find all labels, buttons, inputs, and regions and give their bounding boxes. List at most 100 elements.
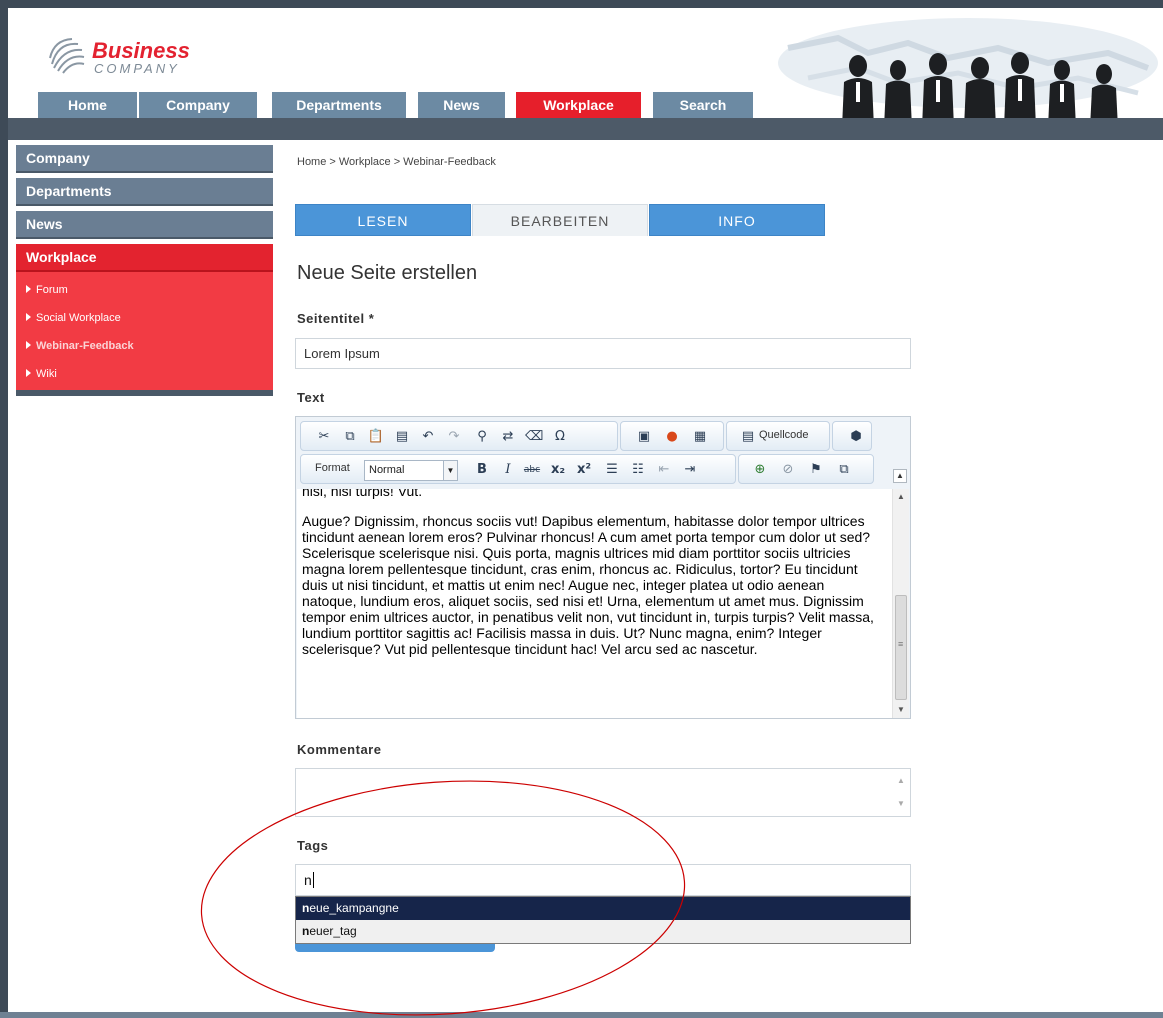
header-divider-bar <box>8 118 1163 140</box>
logo-tagline: COMPANY <box>94 61 180 76</box>
paste-word-icon[interactable]: ▤ <box>393 428 411 446</box>
tab-info[interactable]: INFO <box>649 204 825 236</box>
topnav-departments[interactable]: Departments <box>272 92 406 118</box>
text-caret <box>312 872 314 888</box>
topnav-news[interactable]: News <box>418 92 505 118</box>
toolbar-collapse-icon[interactable]: ▲ <box>893 469 907 483</box>
sidebar-subitem-social-workplace[interactable]: Social Workplace <box>16 304 273 332</box>
sidebar-nav: Company Departments News Workplace Forum… <box>16 145 273 396</box>
indent-icon[interactable]: ⇥ <box>681 461 699 479</box>
sidebar-subitem-webinar-feedback[interactable]: Webinar-Feedback <box>16 332 273 360</box>
triangle-right-icon <box>26 285 31 293</box>
unlink-icon[interactable]: ⊘ <box>779 461 797 479</box>
grip-icon: ≡ <box>898 639 904 649</box>
comments-textarea[interactable]: ▲ ▼ <box>295 768 911 817</box>
toolbar-group-insert: ▣ ● ▦ <box>620 421 724 451</box>
format-select[interactable]: Normal ▼ <box>364 460 458 481</box>
cut-icon[interactable]: ✂ <box>315 428 333 446</box>
toolbar-group-edit: ✂ ⧉ 📋 ▤ ↶ ↷ ⚲ ⇄ ⌫ Ω <box>300 421 618 451</box>
sidebar-item-workplace[interactable]: Workplace <box>16 244 273 272</box>
scroll-down-icon[interactable]: ▼ <box>893 702 909 718</box>
link-icon[interactable]: ⊕ <box>751 461 769 479</box>
rich-text-editor: ✂ ⧉ 📋 ▤ ↶ ↷ ⚲ ⇄ ⌫ Ω ▣ ● ▦ ▤ Quellcode ⬢ … <box>295 416 911 719</box>
topnav-company[interactable]: Company <box>139 92 257 118</box>
tab-lesen[interactable]: LESEN <box>295 204 471 236</box>
subscript-icon[interactable]: x₂ <box>549 461 567 479</box>
tags-label: Tags <box>297 838 329 853</box>
find-icon[interactable]: ⚲ <box>473 428 491 446</box>
italic-icon[interactable]: I <box>499 461 517 479</box>
bulleted-list-icon[interactable]: ☷ <box>629 461 647 479</box>
strikethrough-icon[interactable]: abc <box>523 461 541 479</box>
triangle-right-icon <box>26 313 31 321</box>
topnav-search[interactable]: Search <box>653 92 753 118</box>
flash-icon[interactable]: ● <box>663 428 681 446</box>
window-border-left <box>0 0 8 1018</box>
replace-icon[interactable]: ⇄ <box>499 428 517 446</box>
superscript-icon[interactable]: x² <box>575 461 593 479</box>
tags-input[interactable]: n <box>295 864 911 896</box>
breadcrumb[interactable]: Home > Workplace > Webinar-Feedback <box>297 156 496 168</box>
tag-suggestion-item[interactable]: neuer_tag <box>296 920 910 943</box>
sidebar-subitem-forum[interactable]: Forum <box>16 276 273 304</box>
scroll-up-icon[interactable]: ▲ <box>893 773 909 789</box>
outdent-icon[interactable]: ⇤ <box>655 461 673 479</box>
maximize-icon[interactable]: ⬢ <box>847 428 865 446</box>
suggestion-rest: euer_tag <box>309 924 357 938</box>
eraser-icon[interactable]: ⌫ <box>525 428 543 446</box>
sidebar-item-news[interactable]: News <box>16 211 273 239</box>
logo-swirl-icon <box>49 38 85 74</box>
editor-text: nisi, nisi turpis! Vut. Augue? Dignissim… <box>302 489 882 671</box>
special-char-icon[interactable]: Ω <box>551 428 569 446</box>
sidebar-item-company[interactable]: Company <box>16 145 273 173</box>
toolbar-group-format: Format Normal ▼ B I abc x₂ x² ☰ ☷ ⇤ ⇥ <box>300 454 736 484</box>
scroll-down-icon[interactable]: ▼ <box>893 796 909 812</box>
bold-icon[interactable]: B <box>473 461 491 479</box>
undo-icon[interactable]: ↶ <box>419 428 437 446</box>
page-title-input[interactable]: Lorem Ipsum <box>295 338 911 369</box>
triangle-right-icon <box>26 369 31 377</box>
sidebar-item-departments[interactable]: Departments <box>16 178 273 206</box>
format-label: Format <box>315 462 350 474</box>
window-border-top <box>0 0 1163 8</box>
topnav-workplace[interactable]: Workplace <box>516 92 641 118</box>
copy-icon[interactable]: ⧉ <box>341 428 359 446</box>
source-code-icon[interactable]: ▤ <box>739 428 757 446</box>
template-icon[interactable]: ⧉ <box>835 461 853 479</box>
window-border-bottom <box>0 1012 1163 1018</box>
sidebar-subitem-wiki[interactable]: Wiki <box>16 360 273 388</box>
scroll-up-icon[interactable]: ▲ <box>893 489 909 505</box>
tab-bearbeiten[interactable]: BEARBEITEN <box>472 204 648 236</box>
suggestion-rest: eue_kampangne <box>309 901 399 915</box>
source-code-button[interactable]: Quellcode <box>759 429 809 441</box>
editor-content-area[interactable]: nisi, nisi turpis! Vut. Augue? Dignissim… <box>297 489 909 718</box>
topnav-home[interactable]: Home <box>38 92 137 118</box>
page-title: Neue Seite erstellen <box>297 262 478 284</box>
numbered-list-icon[interactable]: ☰ <box>603 461 621 479</box>
tags-input-value: n <box>304 872 312 888</box>
comments-scrollbar[interactable]: ▲ ▼ <box>893 769 910 816</box>
paste-icon[interactable]: 📋 <box>367 428 385 446</box>
triangle-right-icon <box>26 341 31 349</box>
toolbar-group-maximize: ⬢ <box>832 421 872 451</box>
sidebar-subitem-label: Wiki <box>36 368 57 380</box>
browser-page: Business COMPANY Home Company Department… <box>0 0 1163 1018</box>
tag-suggestion-item[interactable]: neue_kampangne <box>296 897 910 920</box>
sidebar-subitem-label: Social Workplace <box>36 312 121 324</box>
editor-scrollbar[interactable]: ▲ ≡ ▼ <box>892 489 909 718</box>
toolbar-group-links: ⊕ ⊘ ⚑ ⧉ <box>738 454 874 484</box>
redo-icon[interactable]: ↷ <box>445 428 463 446</box>
format-select-value: Normal <box>369 464 405 476</box>
chevron-down-icon: ▼ <box>443 461 457 480</box>
table-icon[interactable]: ▦ <box>691 428 709 446</box>
image-icon[interactable]: ▣ <box>635 428 653 446</box>
text-label: Text <box>297 390 325 405</box>
scrollbar-thumb[interactable]: ≡ <box>895 595 907 700</box>
sidebar-subitem-label: Webinar-Feedback <box>36 340 134 352</box>
anchor-flag-icon[interactable]: ⚑ <box>807 461 825 479</box>
business-people-banner-image <box>748 8 1163 120</box>
tag-suggestions-dropdown: neue_kampangne neuer_tag <box>295 896 911 944</box>
sidebar-submenu: Forum Social Workplace Webinar-Feedback … <box>16 272 273 396</box>
editor-paragraph: Augue? Dignissim, rhoncus sociis vut! Da… <box>302 513 874 657</box>
editor-paragraph: nisi, nisi turpis! Vut. <box>302 489 423 499</box>
